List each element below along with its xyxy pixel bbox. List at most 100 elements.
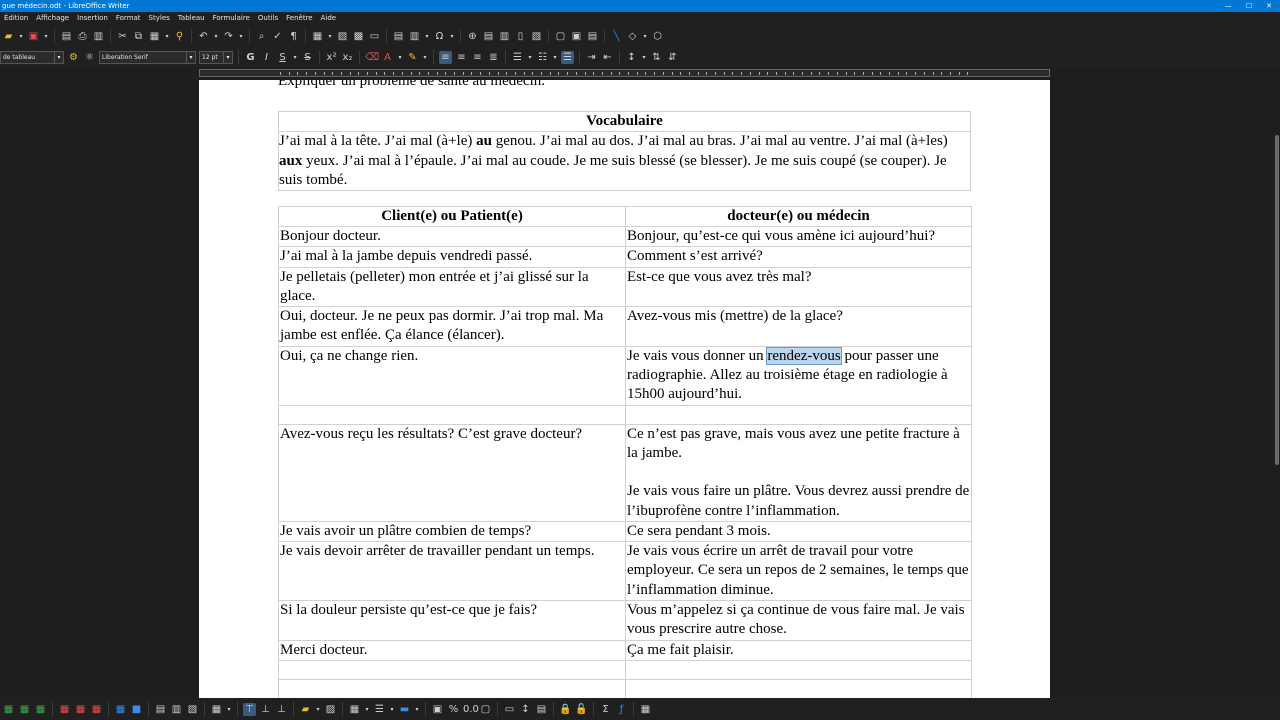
chevron-down-icon[interactable]: ▾	[238, 30, 244, 43]
doctor-cell[interactable]: Est-ce que vous avez très mal?	[625, 266, 972, 308]
patient-cell[interactable]: Je vais devoir arrêter de travailler pen…	[278, 541, 626, 602]
numbered-list-icon[interactable]: ☷	[536, 51, 549, 64]
document-page[interactable]: Expliquer un problème de santé au médeci…	[199, 80, 1050, 698]
dialog-table[interactable]: Client(e) ou Patient(e) docteur(e) ou mé…	[278, 206, 972, 698]
chevron-down-icon[interactable]: ▾	[43, 30, 49, 43]
chevron-down-icon[interactable]: ▾	[226, 703, 232, 716]
bullet-list-icon[interactable]: ☰	[511, 51, 524, 64]
chevron-down-icon[interactable]: ▾	[164, 30, 170, 43]
patient-cell[interactable]: Si la douleur persiste qu’est-ce que je …	[278, 600, 626, 641]
menu-format[interactable]: Format	[112, 12, 145, 25]
chevron-down-icon[interactable]: ▾	[327, 30, 333, 43]
clear-formatting-icon[interactable]: ⌫	[365, 51, 379, 64]
merge-cells-icon[interactable]: ▤	[154, 703, 167, 716]
paragraph-spacing-icon[interactable]: ⇅	[650, 51, 663, 64]
menu-tableau[interactable]: Tableau	[174, 12, 209, 25]
menu-insertion[interactable]: Insertion	[73, 12, 112, 25]
cut-icon[interactable]: ✂	[116, 30, 129, 43]
minimize-icon[interactable]: —	[1225, 0, 1232, 12]
chevron-down-icon[interactable]: ▾	[315, 703, 321, 716]
print-preview-icon[interactable]: ▥	[92, 30, 105, 43]
delete-columns-icon[interactable]: ▦	[74, 703, 87, 716]
horizontal-ruler[interactable]	[199, 69, 1050, 77]
table-properties-icon[interactable]: ▤	[535, 703, 548, 716]
underline-button[interactable]: S	[276, 51, 289, 64]
number-format-date-icon[interactable]: ▢	[479, 703, 492, 716]
patient-cell[interactable]: Je pelletais (pelleter) mon entrée et j’…	[278, 266, 626, 308]
optimize-size-icon[interactable]: ▦	[210, 703, 223, 716]
maximize-icon[interactable]: ☐	[1246, 0, 1252, 12]
subscript-icon[interactable]: x₂	[341, 51, 354, 64]
copy-icon[interactable]: ⧉	[132, 30, 145, 43]
insert-rows-below-icon[interactable]: ▦	[18, 703, 31, 716]
insert-columns-icon[interactable]: ▦	[34, 703, 47, 716]
header-footer-icon[interactable]: ▤	[586, 30, 599, 43]
align-left-icon[interactable]: ≡	[439, 50, 452, 64]
strikethrough-button[interactable]: S	[301, 51, 314, 64]
chevron-down-icon[interactable]: ▾	[414, 703, 420, 716]
chevron-down-icon[interactable]: ▾	[213, 30, 219, 43]
line-icon[interactable]: ╲	[610, 30, 623, 43]
insert-rows-above-icon[interactable]: ▦	[2, 703, 15, 716]
font-color-icon[interactable]: A	[381, 51, 394, 64]
formula-icon[interactable]: ƒ	[615, 703, 628, 716]
align-bottom-icon[interactable]: ⊥	[275, 703, 288, 716]
number-format-decimal-icon[interactable]: 0.0	[463, 703, 479, 716]
close-icon[interactable]: ✕	[1266, 0, 1272, 12]
sum-icon[interactable]: Σ	[599, 703, 612, 716]
cell-background-icon[interactable]: ▰	[299, 703, 312, 716]
chevron-down-icon[interactable]: ▾	[424, 30, 430, 43]
delete-rows-icon[interactable]: ▦	[58, 703, 71, 716]
superscript-icon[interactable]: x²	[325, 51, 338, 64]
patient-cell[interactable]: J’ai mal à la jambe depuis vendredi pass…	[278, 246, 626, 268]
chevron-down-icon[interactable]: ▾	[18, 30, 24, 43]
chevron-down-icon[interactable]: ▾	[223, 51, 232, 63]
menu-aide[interactable]: Aide	[317, 12, 340, 25]
insert-field-icon[interactable]: ▥	[408, 30, 421, 43]
paragraph-spacing-down-icon[interactable]: ⇵	[666, 51, 679, 64]
patient-cell[interactable]: Oui, docteur. Je ne peux pas dormir. J’a…	[278, 306, 626, 347]
menu-outils[interactable]: Outils	[254, 12, 282, 25]
chevron-down-icon[interactable]: ▾	[422, 51, 428, 64]
patient-cell[interactable]: Bonjour docteur.	[278, 225, 626, 248]
spelling-icon[interactable]: ✓	[271, 30, 284, 43]
sort-icon[interactable]: ↕	[519, 703, 532, 716]
comment-icon[interactable]: ▢	[554, 30, 567, 43]
autoformat-icon[interactable]: ▨	[324, 703, 337, 716]
align-top-icon[interactable]: ⊤	[243, 702, 256, 716]
doctor-cell[interactable]: Ce sera pendant 3 mois.	[625, 520, 972, 543]
chevron-down-icon[interactable]: ▾	[552, 51, 558, 64]
doctor-cell[interactable]: Ce n’est pas grave, mais vous avez une p…	[625, 423, 972, 522]
open-folder-icon[interactable]: ▰	[2, 30, 15, 43]
doctor-cell[interactable]: Vous m’appelez si ça continue de vous fa…	[625, 600, 972, 641]
clone-formatting-icon[interactable]: ⚲	[173, 30, 186, 43]
special-character-icon[interactable]: Ω	[433, 30, 446, 43]
bookmark-icon[interactable]: ▯	[514, 30, 527, 43]
save-icon[interactable]: ▣	[27, 30, 40, 43]
chevron-down-icon[interactable]: ▾	[186, 51, 195, 63]
paste-icon[interactable]: ▦	[148, 30, 161, 43]
doctor-cell[interactable]: Comment s’est arrivé?	[625, 246, 972, 268]
hyperlink-icon[interactable]: ⊕	[466, 30, 479, 43]
doctor-cell[interactable]: Bonjour, qu’est-ce qui vous amène ici au…	[625, 225, 972, 248]
bold-button[interactable]: G	[244, 51, 257, 64]
basic-shapes-icon[interactable]: ◇	[626, 30, 639, 43]
increase-indent-icon[interactable]: ⇥	[585, 51, 598, 64]
chevron-down-icon[interactable]: ▾	[364, 703, 370, 716]
empty-cell[interactable]	[625, 659, 972, 680]
insert-table-icon[interactable]: ▦	[311, 30, 324, 43]
menu-formulaire[interactable]: Formulaire	[209, 12, 254, 25]
number-format-percent-icon[interactable]: %	[447, 703, 460, 716]
undo-icon[interactable]: ↶	[197, 30, 210, 43]
unprotect-cells-icon[interactable]: 🔓	[575, 703, 588, 716]
delete-table-icon[interactable]: ▦	[90, 703, 103, 716]
find-replace-icon[interactable]: ⌕	[255, 30, 268, 43]
number-format-currency-icon[interactable]: ▣	[431, 703, 444, 716]
empty-cell[interactable]	[625, 678, 972, 698]
paragraph-style-combo[interactable]: de tableau ▾	[0, 50, 64, 64]
outline-icon[interactable]: ☰	[561, 50, 574, 64]
track-changes-icon[interactable]: ▣	[570, 30, 583, 43]
selected-text[interactable]: rendez-vous	[766, 346, 842, 365]
redo-icon[interactable]: ↷	[222, 30, 235, 43]
doctor-cell[interactable]: Avez-vous mis (mettre) de la glace?	[625, 306, 972, 347]
